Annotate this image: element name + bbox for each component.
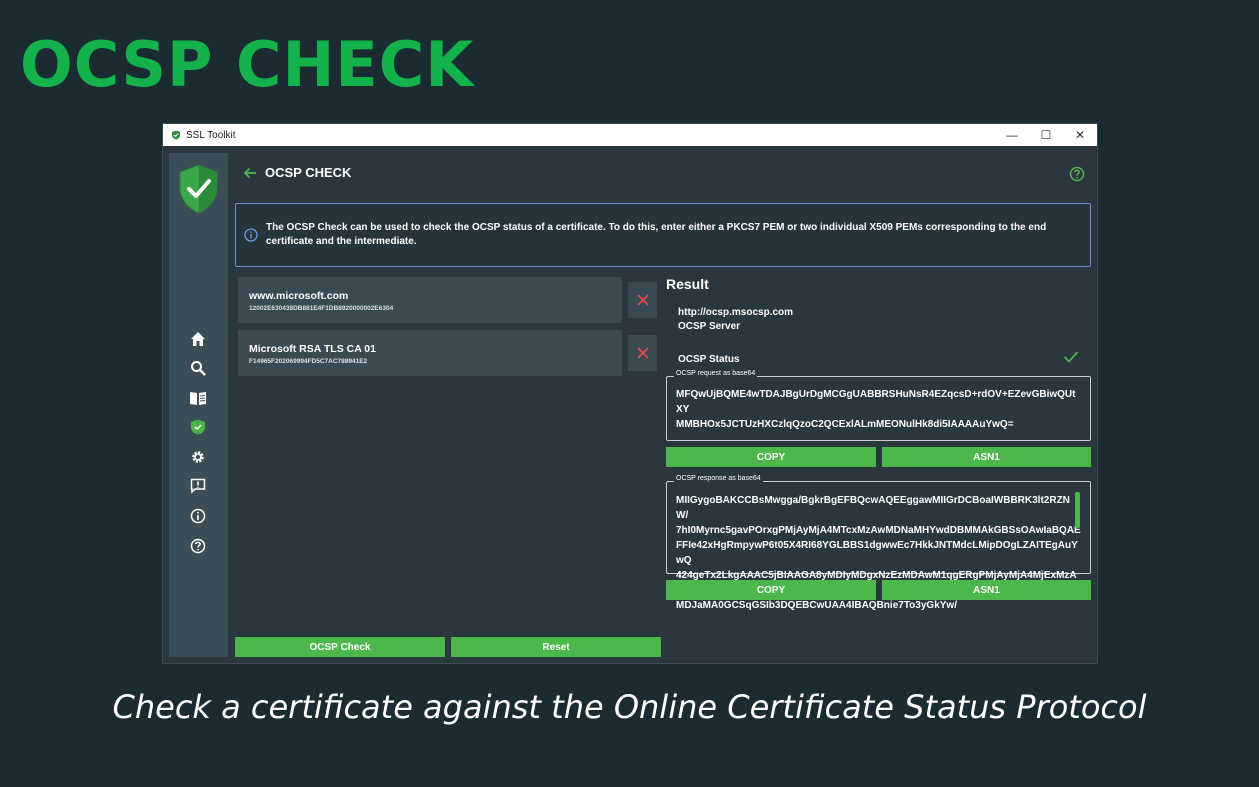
certificate-serial: 12002E630438DB881E4F1DB8920000002E6304 [249,305,394,312]
certificate-name: Microsoft RSA TLS CA 01 [249,343,376,355]
status-ok-check-icon [1063,351,1079,363]
certificate-serial: F14965F202069994FD5C7AC788941E2 [249,358,368,365]
page-title: OCSP CHECK [265,165,352,180]
feedback-icon[interactable] [188,476,208,496]
remove-certificate-button[interactable] [628,282,657,318]
book-icon[interactable] [188,388,208,408]
remove-certificate-button[interactable] [628,335,657,371]
ocsp-url: http://ocsp.msocsp.com [678,307,794,318]
shield-check-icon [179,164,218,214]
search-icon[interactable] [188,358,208,378]
gear-icon[interactable] [188,447,208,467]
certificate-item[interactable]: Microsoft RSA TLS CA 01 F14965F202069994… [238,330,622,376]
close-x-icon [636,347,649,359]
shield-icon[interactable] [188,417,208,437]
page-header: OCSP CHECK [243,165,351,180]
result-title: Result [666,276,709,292]
certificate-item[interactable]: www.microsoft.com 12002E630438DB881E4F1D… [238,277,622,323]
info-circle-icon [244,228,258,242]
ocsp-response-legend: OCSP response as base64 [674,475,763,482]
help-icon[interactable] [188,536,208,556]
copy-response-button[interactable]: COPY [666,580,876,600]
ocsp-response-field[interactable]: OCSP response as base64 MIIGygoBAKCCBsMw… [666,475,1091,611]
info-icon[interactable] [188,506,208,526]
close-button[interactable]: ✕ [1063,124,1097,146]
close-x-icon [636,294,649,306]
back-arrow-icon[interactable] [243,167,257,179]
response-scrollbar[interactable] [1075,492,1080,528]
app-window: SSL Toolkit — ☐ ✕ OCSP CHECK The OCSP Ch… [162,123,1098,664]
sidebar [169,153,228,657]
asn1-request-button[interactable]: ASN1 [882,447,1091,467]
minimize-button[interactable]: — [995,124,1029,146]
ocsp-request-field[interactable]: OCSP request as base64 MFQwUjBQME4wTDAJB… [666,370,1091,441]
app-shield-icon [172,130,180,140]
asn1-response-button[interactable]: ASN1 [882,580,1091,600]
certificate-name: www.microsoft.com [249,290,349,302]
ocsp-request-value[interactable]: MFQwUjBQME4wTDAJBgUrDgMCGgUABBRSHuNsR4EZ… [667,377,1090,432]
help-icon[interactable] [1069,166,1085,182]
caption: Check a certificate against the Online C… [112,688,1147,726]
maximize-button[interactable]: ☐ [1029,124,1063,146]
window-title: SSL Toolkit [186,129,236,141]
info-banner: The OCSP Check can be used to check the … [235,203,1091,267]
info-message: The OCSP Check can be used to check the … [266,222,1047,247]
home-icon[interactable] [188,329,208,349]
reset-button[interactable]: Reset [451,637,661,657]
ocsp-check-button[interactable]: OCSP Check [235,637,445,657]
ocsp-server-label: OCSP Server [678,321,741,332]
copy-request-button[interactable]: COPY [666,447,876,467]
title-bar: SSL Toolkit — ☐ ✕ [163,124,1097,146]
ocsp-status-label: OCSP Status [678,354,740,365]
ocsp-request-legend: OCSP request as base64 [674,370,758,377]
hero-title: OCSP CHECK [20,28,475,101]
